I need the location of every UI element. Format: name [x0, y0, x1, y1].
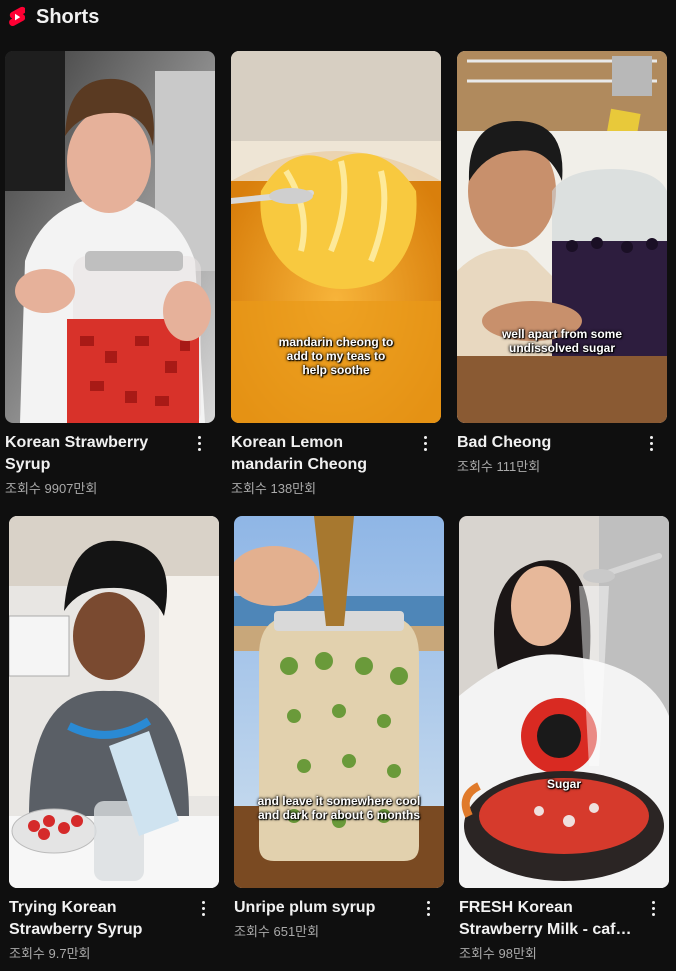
video-caption: mandarin cheong to add to my teas to hel… — [278, 335, 394, 377]
more-options-button[interactable] — [189, 432, 209, 454]
short-card[interactable]: Korean Strawberry Syrup 조회수 9907만회 — [5, 51, 215, 498]
video-caption: and leave it somewhere cool and dark for… — [257, 794, 421, 822]
short-card[interactable]: well apart from some undissolved sugar B… — [457, 51, 667, 476]
video-caption: Sugar — [546, 777, 581, 791]
view-count: 조회수 111만회 — [457, 459, 541, 474]
short-title[interactable]: Korean Lemon mandarin Cheong — [231, 432, 411, 476]
more-vert-icon — [201, 899, 205, 917]
view-count: 조회수 9.7만회 — [9, 946, 91, 961]
thumbnail-image — [457, 51, 667, 423]
view-count: 조회수 98만회 — [459, 946, 537, 961]
more-vert-icon — [197, 434, 201, 452]
short-card[interactable]: and leave it somewhere cool and dark for… — [234, 516, 444, 941]
short-title[interactable]: FRESH Korean Strawberry Milk - cafe styl… — [459, 897, 639, 941]
more-options-button[interactable] — [193, 897, 213, 919]
short-title[interactable]: Korean Strawberry Syrup — [5, 432, 185, 476]
short-card[interactable]: Trying Korean Strawberry Syrup 조회수 9.7만회 — [9, 516, 219, 963]
short-thumbnail[interactable]: and leave it somewhere cool and dark for… — [234, 516, 444, 888]
short-thumbnail[interactable]: Sugar — [459, 516, 669, 888]
short-card[interactable]: Sugar FRESH Korean Strawberry Milk - caf… — [459, 516, 669, 963]
short-thumbnail[interactable] — [9, 516, 219, 888]
video-caption: well apart from some undissolved sugar — [501, 327, 623, 355]
view-count: 조회수 138만회 — [231, 481, 317, 496]
short-title[interactable]: Unripe plum syrup — [234, 897, 414, 919]
view-count: 조회수 651만회 — [234, 924, 320, 939]
more-options-button[interactable] — [643, 897, 663, 919]
thumbnail-image — [459, 516, 669, 888]
more-options-button[interactable] — [418, 897, 438, 919]
more-options-button[interactable] — [641, 432, 661, 454]
thumbnail-image — [234, 516, 444, 888]
section-title: Shorts — [36, 5, 100, 28]
shorts-section-header: Shorts — [9, 5, 99, 29]
short-card[interactable]: mandarin cheong to add to my teas to hel… — [231, 51, 441, 498]
thumbnail-image — [5, 51, 215, 423]
youtube-shorts-icon — [9, 6, 25, 26]
short-title[interactable]: Trying Korean Strawberry Syrup — [9, 897, 189, 941]
short-thumbnail[interactable] — [5, 51, 215, 423]
more-vert-icon — [423, 434, 427, 452]
short-thumbnail[interactable]: mandarin cheong to add to my teas to hel… — [231, 51, 441, 423]
thumbnail-image — [9, 516, 219, 888]
view-count: 조회수 9907만회 — [5, 481, 98, 496]
more-options-button[interactable] — [415, 432, 435, 454]
more-vert-icon — [426, 899, 430, 917]
more-vert-icon — [649, 434, 653, 452]
short-title[interactable]: Bad Cheong — [457, 432, 637, 454]
more-vert-icon — [651, 899, 655, 917]
short-thumbnail[interactable]: well apart from some undissolved sugar — [457, 51, 667, 423]
